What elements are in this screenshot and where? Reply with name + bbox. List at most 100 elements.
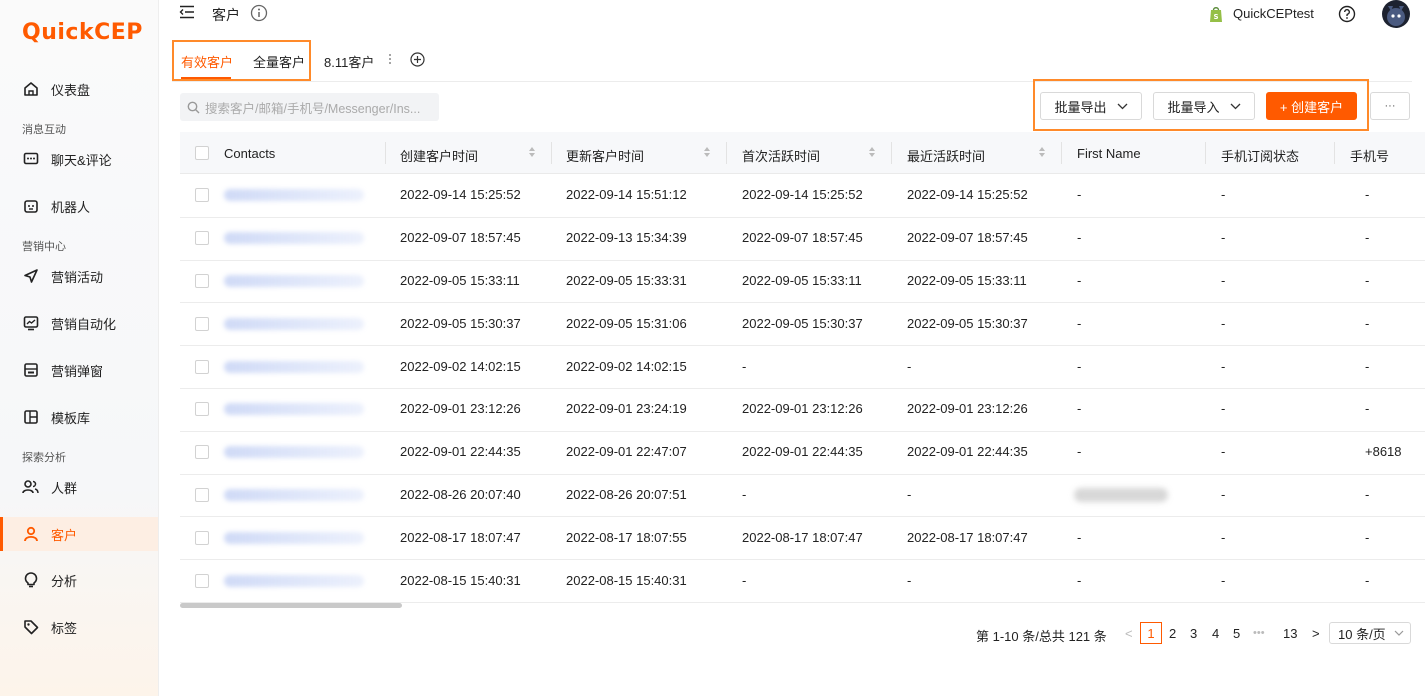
tab-valid-customers[interactable]: 有效客户 (181, 52, 233, 71)
tab-8-11-customers[interactable]: 8.11客户 (324, 52, 374, 71)
contact-link-redacted[interactable] (224, 232, 364, 245)
row-checkbox[interactable] (195, 274, 209, 288)
search-placeholder: 搜索客户/邮箱/手机号/Messenger/Ins... (205, 101, 421, 116)
cell-sub: - (1221, 529, 1226, 545)
column-divider (1334, 142, 1335, 164)
row-checkbox[interactable] (195, 231, 209, 246)
add-tab-icon[interactable] (410, 52, 425, 70)
sidebar: QuickCEP 仪表盘 消息互动 聊天&评论 机器人 营销中心 营销活动 营销… (0, 0, 159, 696)
page-size-select[interactable]: 10 条/页 (1329, 622, 1411, 644)
bulk-export-button[interactable]: 批量导出 (1040, 92, 1142, 120)
cell-updated: 2022-08-26 20:07:51 (566, 487, 687, 502)
cell-first: 2022-09-07 18:57:45 (742, 230, 863, 246)
chevron-down-icon (1230, 103, 1241, 110)
sidebar-item-automation[interactable]: 营销自动化 (0, 306, 158, 340)
cell-first: - (742, 487, 747, 502)
contact-link-redacted[interactable] (224, 531, 364, 544)
page-ellipsis[interactable]: ••• (1253, 627, 1265, 639)
row-checkbox[interactable] (195, 573, 209, 588)
page-3-button[interactable]: 3 (1190, 626, 1197, 641)
cell-updated: 2022-08-15 15:40:31 (566, 572, 687, 588)
cell-updated: 2022-08-17 18:07:55 (566, 529, 687, 545)
column-divider (1061, 142, 1062, 164)
column-header-first-active[interactable]: 首次活跃时间 (742, 146, 820, 165)
tab-all-customers[interactable]: 全量客户 (253, 52, 305, 71)
cell-last: 2022-09-07 18:57:45 (907, 230, 1028, 246)
search-input[interactable]: 搜索客户/邮箱/手机号/Messenger/Ins... (180, 93, 439, 121)
select-all-checkbox[interactable] (195, 146, 209, 160)
sidebar-item-label: 分析 (51, 573, 78, 589)
cell-first: 2022-09-05 15:30:37 (742, 315, 863, 331)
info-icon[interactable] (250, 4, 268, 25)
column-header-created[interactable]: 创建客户时间 (400, 146, 478, 165)
column-divider (385, 142, 386, 164)
contact-link-redacted[interactable] (224, 360, 364, 373)
cell-sub: - (1221, 273, 1226, 288)
sidebar-item-popup[interactable]: 营销弹窗 (0, 353, 158, 387)
sidebar-item-customers[interactable]: 客户 (0, 517, 158, 551)
page-4-button[interactable]: 4 (1212, 626, 1219, 641)
column-divider (1205, 142, 1206, 164)
row-checkbox[interactable] (195, 530, 209, 545)
sidebar-item-campaign[interactable]: 营销活动 (0, 259, 158, 293)
contact-link-redacted[interactable] (224, 446, 364, 459)
page-1-button[interactable]: 1 (1140, 622, 1162, 644)
sidebar-item-dashboard[interactable]: 仪表盘 (0, 72, 158, 106)
bulk-import-button[interactable]: 批量导入 (1153, 92, 1255, 120)
quickcep-logo[interactable]: QuickCEP (22, 20, 143, 45)
row-checkbox[interactable] (195, 402, 209, 417)
sidebar-item-tags[interactable]: 标签 (0, 610, 158, 644)
contact-link-redacted[interactable] (224, 403, 364, 416)
row-checkbox[interactable] (195, 316, 209, 331)
row-checkbox[interactable] (195, 359, 209, 374)
contact-link-redacted[interactable] (224, 189, 364, 202)
sidebar-item-label: 聊天&评论 (51, 152, 112, 168)
sidebar-item-chat[interactable]: 聊天&评论 (0, 142, 158, 176)
cell-phone: - (1365, 358, 1370, 374)
page-13-button[interactable]: 13 (1283, 626, 1297, 641)
cell-sub: - (1221, 358, 1226, 374)
cell-first: - (742, 572, 747, 588)
help-icon[interactable] (1338, 5, 1356, 26)
row-divider (180, 559, 1425, 561)
store-name[interactable]: QuickCEPtest (1233, 6, 1314, 21)
row-divider (180, 473, 1425, 475)
cell-first: 2022-09-14 15:25:52 (742, 187, 863, 203)
sort-icon[interactable] (703, 146, 711, 161)
page-2-button[interactable]: 2 (1169, 626, 1176, 641)
row-checkbox[interactable] (195, 445, 209, 460)
sidebar-item-segments[interactable]: 人群 (0, 470, 158, 504)
contact-link-redacted[interactable] (224, 317, 364, 330)
sidebar-item-analytics[interactable]: 分析 (0, 563, 158, 597)
column-header-updated[interactable]: 更新客户时间 (566, 146, 644, 165)
column-header-phone: 手机号 (1350, 149, 1390, 164)
user-avatar[interactable] (1382, 0, 1410, 28)
horizontal-scrollbar[interactable] (180, 603, 402, 608)
sidebar-item-robot[interactable]: 机器人 (0, 189, 158, 223)
next-page-button[interactable]: > (1312, 626, 1320, 641)
column-header-last-active[interactable]: 最近活跃时间 (907, 146, 985, 165)
contact-link-redacted[interactable] (224, 574, 364, 587)
tab-more-icon[interactable] (388, 52, 392, 69)
sort-icon[interactable] (528, 146, 536, 161)
contact-link-redacted[interactable] (224, 275, 364, 287)
create-customer-button[interactable]: + 创建客户 (1266, 92, 1357, 120)
contact-link-redacted[interactable] (224, 489, 364, 501)
row-divider (180, 345, 1425, 347)
cell-created: 2022-09-05 15:33:11 (400, 273, 520, 288)
sort-icon[interactable] (868, 146, 876, 161)
sidebar-item-templates[interactable]: 模板库 (0, 400, 158, 434)
sidebar-item-label: 人群 (51, 480, 78, 496)
cell-last: 2022-09-05 15:30:37 (907, 315, 1028, 331)
sort-icon[interactable] (1038, 146, 1046, 161)
menu-collapse-icon[interactable] (179, 5, 195, 22)
prev-page-button[interactable]: < (1125, 626, 1133, 641)
cell-created: 2022-08-15 15:40:31 (400, 572, 521, 588)
cell-phone: - (1365, 401, 1370, 417)
sidebar-item-label: 营销弹窗 (51, 363, 104, 379)
page-5-button[interactable]: 5 (1233, 626, 1240, 641)
row-checkbox[interactable] (195, 488, 209, 502)
sidebar-item-label: 营销活动 (51, 269, 104, 285)
row-checkbox[interactable] (195, 188, 209, 203)
more-actions-button[interactable]: ··· (1370, 92, 1410, 120)
